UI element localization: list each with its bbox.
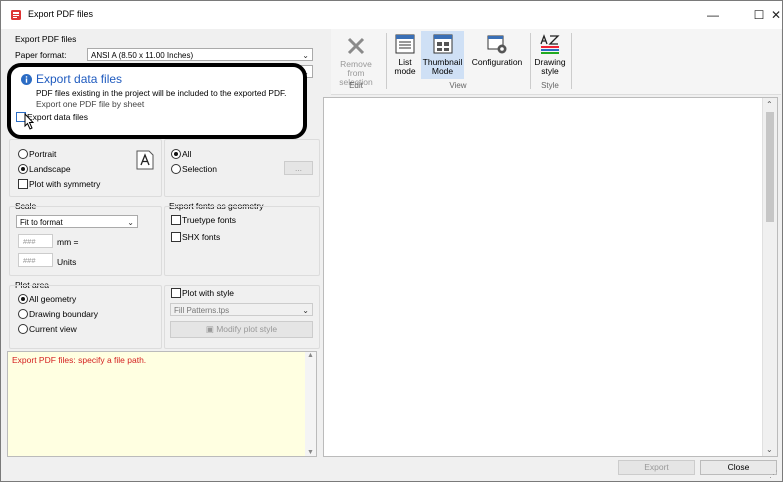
maximize-icon: ☐ xyxy=(753,8,765,22)
range-selection-radio[interactable] xyxy=(171,164,181,174)
message-text: Export PDF files: specify a file path. xyxy=(12,355,147,365)
configuration-button[interactable]: Configuration xyxy=(469,33,525,67)
pdf-app-icon xyxy=(11,10,21,20)
close-icon: ✕ xyxy=(770,8,782,22)
view-group-label: View xyxy=(449,81,467,90)
list-mode-icon xyxy=(395,34,415,54)
resize-grip-icon[interactable]: ⋰ xyxy=(769,469,778,480)
configuration-icon xyxy=(487,35,507,54)
minimize-icon: — xyxy=(707,8,719,22)
drawing-boundary-label: Drawing boundary xyxy=(29,309,98,319)
preview-scrollbar[interactable]: ⌃ ⌄ xyxy=(762,98,777,456)
landscape-radio[interactable] xyxy=(18,164,28,174)
scroll-down-icon: ⌄ xyxy=(766,445,773,454)
all-geometry-radio[interactable] xyxy=(18,294,28,304)
mm-label: mm = xyxy=(57,237,79,247)
scroll-up-icon: ⌃ xyxy=(766,100,773,109)
shx-checkbox[interactable] xyxy=(171,232,181,242)
range-all-label: All xyxy=(182,149,192,159)
paper-format-label: Paper format: xyxy=(15,50,67,60)
drawing-boundary-radio[interactable] xyxy=(18,309,28,319)
chevron-down-icon: ⌄ xyxy=(302,306,309,315)
thumbnail-mode-icon xyxy=(433,34,452,54)
thumbnail-mode-label: Thumbnail Mode xyxy=(422,57,463,76)
scroll-thumb[interactable] xyxy=(766,112,774,222)
portrait-radio[interactable] xyxy=(18,149,28,159)
all-geometry-label: All geometry xyxy=(29,294,77,304)
mm-input[interactable]: ### xyxy=(18,234,53,248)
truetype-label: Truetype fonts xyxy=(182,215,237,225)
message-area: Export PDF files: specify a file path. ▲… xyxy=(7,351,317,457)
list-mode-button[interactable]: List mode xyxy=(391,33,419,76)
landscape-page-icon xyxy=(136,150,154,170)
thumbnail-mode-button[interactable]: Thumbnail Mode xyxy=(421,31,464,79)
plot-style-icon: ▣ xyxy=(205,324,214,334)
info-icon xyxy=(21,74,32,85)
tooltip-covered-label: Export one PDF file by sheet xyxy=(36,99,145,109)
window-title: Export PDF files xyxy=(28,9,94,19)
plot-symmetry-checkbox[interactable] xyxy=(18,179,28,189)
modify-plot-style-button[interactable]: ▣ Modify plot style xyxy=(170,321,313,338)
plot-style-checkbox[interactable] xyxy=(171,288,181,298)
plot-style-value: Fill Patterns.tps xyxy=(174,306,230,315)
paper-format-select[interactable]: ANSI A (8.50 x 11.00 Inches) ⌄ xyxy=(87,48,313,61)
plot-symmetry-label: Plot with symmetry xyxy=(29,179,101,189)
chevron-down-icon: ⌄ xyxy=(302,51,309,60)
chevron-down-icon: ⌄ xyxy=(127,218,134,227)
scroll-down-icon: ▼ xyxy=(307,449,314,456)
tooltip-checkbox-label: Export data files xyxy=(27,112,88,122)
units-label: Units xyxy=(57,257,77,267)
ribbon-separator xyxy=(386,33,387,89)
portrait-label: Portrait xyxy=(29,149,57,159)
range-selection-label: Selection xyxy=(182,164,217,174)
export-button[interactable]: Export xyxy=(618,460,695,475)
modify-plot-style-label: Modify plot style xyxy=(216,324,278,334)
current-view-label: Current view xyxy=(29,324,77,334)
drawing-style-icon xyxy=(540,34,560,54)
style-group-label: Style xyxy=(541,81,559,90)
mouse-cursor-icon xyxy=(24,113,35,130)
range-all-radio[interactable] xyxy=(171,149,181,159)
tooltip-text: PDF files existing in the project will b… xyxy=(36,88,287,98)
shx-label: SHX fonts xyxy=(182,232,221,242)
edit-group-label: Edit xyxy=(349,81,363,90)
close-window-button[interactable]: ✕ xyxy=(770,1,782,29)
landscape-label: Landscape xyxy=(29,164,71,174)
plot-style-label: Plot with style xyxy=(182,288,234,298)
minimize-button[interactable]: — xyxy=(690,1,736,29)
range-browse-button[interactable]: ... xyxy=(284,161,313,175)
ribbon-toolbar: Remove from selection Edit List mode Thu… xyxy=(331,29,781,95)
preview-area[interactable]: ⌃ ⌄ xyxy=(323,97,778,457)
scale-select[interactable]: Fit to format ⌄ xyxy=(16,215,138,228)
paper-format-value: ANSI A (8.50 x 11.00 Inches) xyxy=(91,51,194,60)
drawing-style-button[interactable]: Drawing style xyxy=(533,33,567,76)
export-data-files-tooltip: Export data files PDF files existing in … xyxy=(7,63,307,139)
ribbon-separator xyxy=(530,33,531,89)
tooltip-title: Export data files xyxy=(36,72,123,86)
title-bar: Export PDF files — ☐ ✕ xyxy=(1,1,782,29)
export-pdf-window: Export PDF files — ☐ ✕ Export PDF files … xyxy=(0,0,783,482)
section-title: Export PDF files xyxy=(15,34,77,44)
ribbon-separator xyxy=(571,33,572,89)
scroll-up-icon: ▲ xyxy=(307,352,314,359)
drawing-style-label: Drawing style xyxy=(534,57,566,76)
plot-style-select[interactable]: Fill Patterns.tps ⌄ xyxy=(170,303,313,316)
configuration-label: Configuration xyxy=(471,57,523,67)
remove-x-icon xyxy=(347,37,365,55)
remove-selection-button[interactable]: Remove from selection xyxy=(331,35,381,87)
current-view-radio[interactable] xyxy=(18,324,28,334)
list-mode-label: List mode xyxy=(394,57,416,76)
close-button[interactable]: Close xyxy=(700,460,777,475)
truetype-checkbox[interactable] xyxy=(171,215,181,225)
scale-value: Fit to format xyxy=(20,218,63,227)
units-input[interactable]: ### xyxy=(18,253,53,267)
message-scrollbar[interactable]: ▲ ▼ xyxy=(305,352,316,456)
